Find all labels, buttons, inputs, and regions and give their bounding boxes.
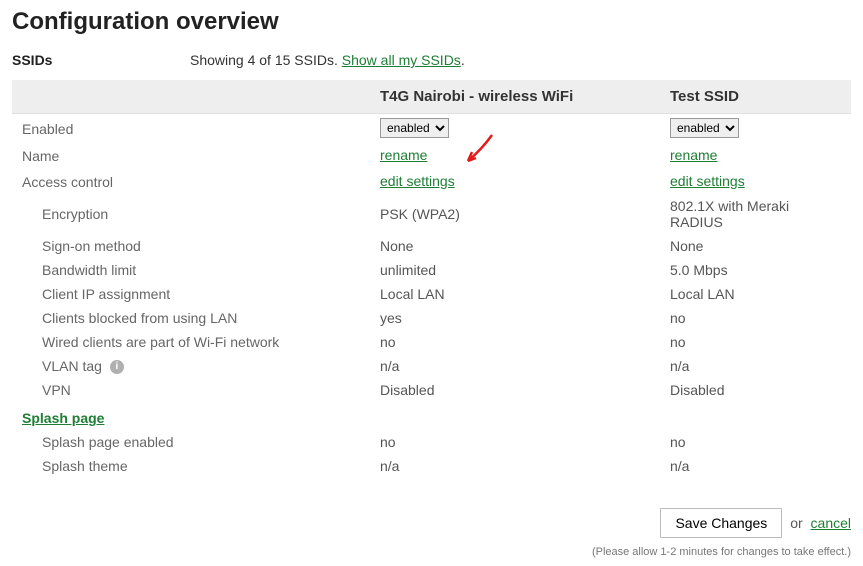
label-splash-enabled: Splash page enabled [12,430,370,454]
showing-text: Showing 4 of 15 SSIDs. Show all my SSIDs… [190,52,465,68]
val-bandwidth-2: 5.0 Mbps [660,258,851,282]
header-blank [12,80,370,114]
edit-settings-link-1[interactable]: edit settings [380,173,455,189]
row-bandwidth: Bandwidth limit unlimited 5.0 Mbps [12,258,851,282]
label-wired-clients: Wired clients are part of Wi-Fi network [12,330,370,354]
row-access-control: Access control edit settings edit settin… [12,168,851,194]
val-splash-theme-1: n/a [370,454,660,478]
ssids-label: SSIDs [12,52,190,68]
label-splash-page: Splash page [12,402,370,430]
row-name: Name rename rename [12,142,851,168]
val-splash-enabled-2: no [660,430,851,454]
val-splash-enabled-1: no [370,430,660,454]
enabled-select-2[interactable]: enabled [670,118,739,138]
row-vlan-tag: VLAN tag i n/a n/a [12,354,851,378]
row-splash-theme: Splash theme n/a n/a [12,454,851,478]
row-splash-enabled: Splash page enabled no no [12,430,851,454]
label-bandwidth: Bandwidth limit [12,258,370,282]
val-encryption-1: PSK (WPA2) [370,194,660,234]
header-ssid-2: Test SSID [660,80,851,114]
val-encryption-2: 802.1X with Meraki RADIUS [660,194,851,234]
val-client-ip-2: Local LAN [660,282,851,306]
page-title: Configuration overview [12,8,851,36]
val-vlan-tag-1: n/a [370,354,660,378]
label-name: Name [12,142,370,168]
val-vlan-tag-2: n/a [660,354,851,378]
label-vlan-tag: VLAN tag i [12,354,370,378]
row-wired-clients: Wired clients are part of Wi-Fi network … [12,330,851,354]
cancel-link[interactable]: cancel [811,515,851,531]
config-table: T4G Nairobi - wireless WiFi Test SSID En… [12,80,851,478]
show-all-ssids-link[interactable]: Show all my SSIDs [342,52,461,68]
ssid-summary-row: SSIDs Showing 4 of 15 SSIDs. Show all my… [12,52,851,68]
rename-link-1[interactable]: rename [380,147,427,163]
val-bandwidth-1: unlimited [370,258,660,282]
val-client-ip-1: Local LAN [370,282,660,306]
val-vpn-2: Disabled [660,378,851,402]
splash-page-link[interactable]: Splash page [22,410,104,426]
row-sign-on: Sign-on method None None [12,234,851,258]
or-text: or [790,515,802,531]
label-sign-on: Sign-on method [12,234,370,258]
header-ssid-1: T4G Nairobi - wireless WiFi [370,80,660,114]
row-encryption: Encryption PSK (WPA2) 802.1X with Meraki… [12,194,851,234]
label-vpn: VPN [12,378,370,402]
val-sign-on-2: None [660,234,851,258]
val-wired-clients-2: no [660,330,851,354]
val-sign-on-1: None [370,234,660,258]
val-wired-clients-1: no [370,330,660,354]
row-vpn: VPN Disabled Disabled [12,378,851,402]
label-enabled: Enabled [12,114,370,143]
val-vpn-1: Disabled [370,378,660,402]
rename-link-2[interactable]: rename [670,147,717,163]
label-client-ip: Client IP assignment [12,282,370,306]
val-clients-blocked-1: yes [370,306,660,330]
row-client-ip: Client IP assignment Local LAN Local LAN [12,282,851,306]
label-clients-blocked: Clients blocked from using LAN [12,306,370,330]
label-access-control: Access control [12,168,370,194]
label-encryption: Encryption [12,194,370,234]
val-splash-theme-2: n/a [660,454,851,478]
row-clients-blocked: Clients blocked from using LAN yes no [12,306,851,330]
label-splash-theme: Splash theme [12,454,370,478]
enabled-select-1[interactable]: enabled [380,118,449,138]
info-icon[interactable]: i [110,360,124,374]
footer-note: (Please allow 1-2 minutes for changes to… [12,546,851,558]
row-enabled: Enabled enabled enabled [12,114,851,143]
footer: Save Changes or cancel (Please allow 1-2… [12,508,851,558]
edit-settings-link-2[interactable]: edit settings [670,173,745,189]
val-clients-blocked-2: no [660,306,851,330]
row-splash-page: Splash page [12,402,851,430]
